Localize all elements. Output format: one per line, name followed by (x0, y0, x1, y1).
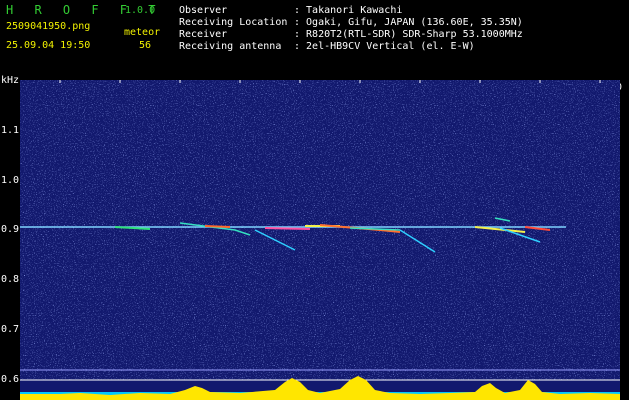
file-datetime: 25.09.04 19:50 (6, 40, 91, 51)
y-tick-label: 1.0 (1, 175, 20, 186)
y-tick-label: 0.6 (1, 374, 20, 385)
meteor-echo (264, 227, 311, 230)
receiver-value: : R820T2(RTL-SDR) SDR-Sharp 53.1000MHz (294, 29, 523, 40)
meteor-echo (204, 225, 231, 228)
y-tick-label: 0.9 (1, 224, 20, 235)
location-value: : Ogaki, Gifu, JAPAN (136.60E, 35.35N) (294, 17, 523, 28)
app-version: 1.0.0 (125, 5, 156, 16)
y-tick-label: 0.8 (1, 274, 20, 285)
antenna-label: Receiving antenna (179, 41, 282, 52)
meteor-label: meteor (124, 27, 161, 38)
y-axis-unit: kHz (1, 75, 20, 86)
receiver-label: Receiver (179, 29, 228, 40)
spectrogram (20, 80, 620, 400)
observer-label: Observer (179, 5, 228, 16)
file-name: 2509041950.png (6, 21, 91, 32)
location-label: Receiving Location (179, 17, 288, 28)
y-tick-label: 0.7 (1, 324, 20, 335)
y-tick-label: 1.1 (1, 125, 20, 136)
antenna-value: : 2el-HB9CV Vertical (el. E-W) (294, 41, 475, 52)
noise-layer (20, 80, 620, 380)
header-panel: H R O F F T 1.0.0 2509041950.png 25.09.0… (0, 0, 629, 80)
meteor-count: 56 (139, 40, 152, 51)
observer-value: : Takanori Kawachi (294, 5, 403, 16)
